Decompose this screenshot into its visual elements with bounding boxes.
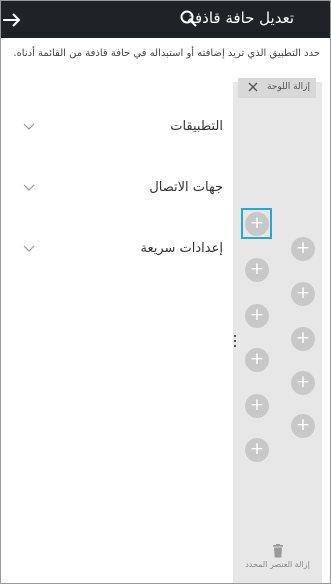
add-slot-button[interactable]: +	[245, 304, 269, 328]
category-quick-settings[interactable]: إعدادات سريعة	[23, 237, 223, 265]
category-label: جهات الاتصال	[149, 180, 223, 195]
remove-panel-button[interactable]: إزالة اللوحة	[238, 78, 316, 98]
category-contacts[interactable]: جهات الاتصال	[23, 176, 223, 204]
trash-icon	[272, 544, 283, 558]
drag-handle[interactable]	[234, 334, 237, 350]
add-slot-button[interactable]: +	[245, 394, 269, 418]
add-slot-button[interactable]: +	[245, 438, 269, 462]
close-icon	[248, 82, 258, 92]
category-apps[interactable]: التطبيقات	[23, 115, 223, 143]
chevron-down-icon	[23, 245, 35, 252]
add-slot-button[interactable]: +	[291, 282, 315, 306]
add-slot-button[interactable]: +	[291, 414, 315, 438]
remove-item-button[interactable]: إزالة العنصر المحدد	[233, 544, 322, 569]
chevron-down-icon	[23, 184, 35, 191]
add-slot-button[interactable]: +	[291, 371, 315, 395]
add-slot-button[interactable]: +	[245, 348, 269, 372]
arrow-right-icon[interactable]	[1, 8, 31, 32]
edit-edge-screen: تعديل حافة قاذفة حدد التطبيق الذي تريد إ…	[0, 0, 331, 584]
instruction-text: حدد التطبيق الذي تريد إضافته أو استبداله…	[13, 48, 320, 59]
category-label: إعدادات سريعة	[140, 241, 223, 256]
add-slot-button[interactable]: +	[245, 212, 269, 236]
add-slot-button[interactable]: +	[245, 258, 269, 282]
search-icon[interactable]	[179, 9, 199, 29]
chevron-down-icon	[23, 123, 35, 130]
remove-item-label: إزالة العنصر المحدد	[245, 560, 310, 569]
top-app-bar: تعديل حافة قاذفة	[1, 1, 330, 38]
category-label: التطبيقات	[170, 119, 223, 134]
add-slot-button[interactable]: +	[291, 327, 315, 351]
add-slot-button[interactable]: +	[291, 237, 315, 261]
remove-panel-label: إزالة اللوحة	[266, 82, 310, 92]
page-title: تعديل حافة قاذفة	[186, 9, 294, 27]
